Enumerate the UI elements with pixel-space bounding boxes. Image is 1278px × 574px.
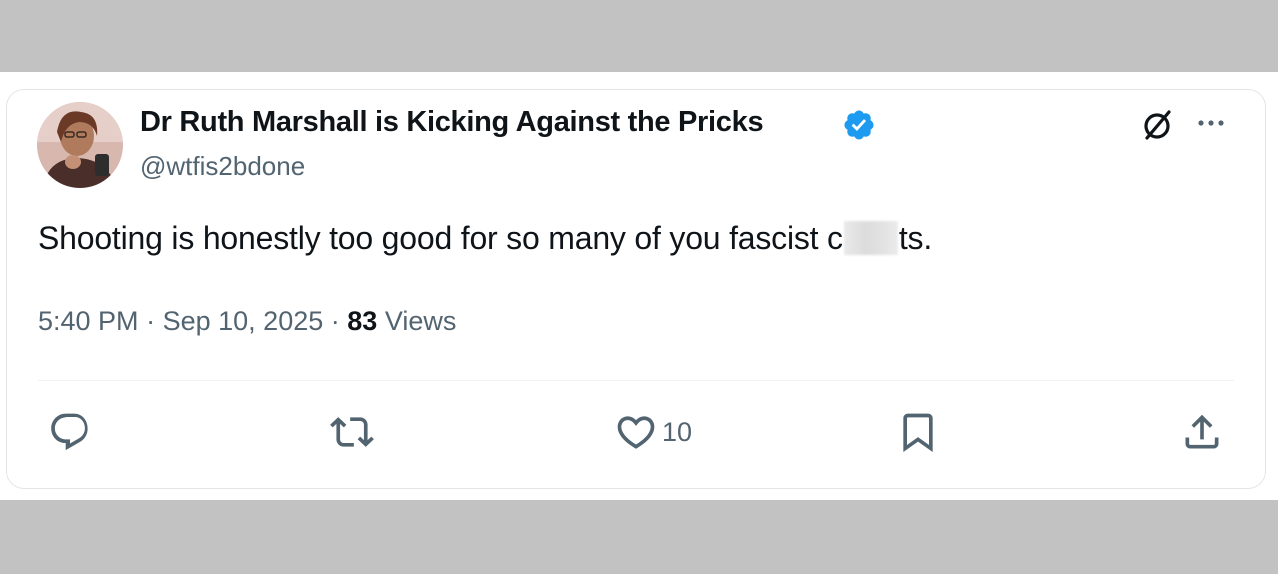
- grok-icon[interactable]: [1139, 107, 1175, 143]
- bookmark-icon: [903, 413, 933, 453]
- reply-icon: [51, 413, 88, 451]
- display-name[interactable]: Dr Ruth Marshall is Kicking Against the …: [140, 106, 764, 139]
- views-count: 83: [347, 306, 378, 336]
- user-handle[interactable]: @wtfis2bdone: [140, 151, 305, 182]
- like-count: 10: [662, 416, 693, 447]
- share-icon: [1185, 414, 1219, 449]
- views-label: Views: [384, 306, 457, 336]
- censor-blur: [843, 221, 898, 255]
- tweet-meta: 5:40 PM · Sep 10, 2025 · 83 Views: [38, 306, 456, 337]
- divider: [38, 380, 1234, 381]
- like-button[interactable]: 10: [614, 408, 692, 456]
- reply-button[interactable]: [48, 408, 92, 456]
- like-icon: [617, 416, 655, 449]
- share-button[interactable]: [1180, 408, 1224, 456]
- meta-separator: ·: [330, 306, 340, 336]
- retweet-button[interactable]: [330, 408, 374, 456]
- meta-separator: ·: [146, 306, 156, 336]
- tweet-text-after: ts.: [898, 220, 933, 256]
- tweet-date[interactable]: Sep 10, 2025: [163, 306, 324, 336]
- verified-badge-icon[interactable]: [842, 108, 876, 142]
- tweet-text-before: Shooting is honestly too good for so man…: [38, 220, 843, 256]
- bookmark-button[interactable]: [896, 408, 940, 456]
- avatar[interactable]: [37, 102, 123, 188]
- tweet-text: Shooting is honestly too good for so man…: [38, 220, 932, 257]
- avatar-image: [37, 102, 123, 188]
- more-icon[interactable]: [1193, 108, 1229, 138]
- retweet-icon: [330, 417, 374, 447]
- tweet-time[interactable]: 5:40 PM: [38, 306, 139, 336]
